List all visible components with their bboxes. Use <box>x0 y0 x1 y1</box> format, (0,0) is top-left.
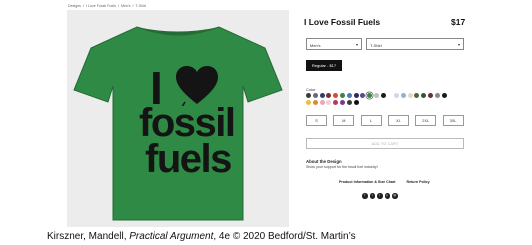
product-price: $17 <box>451 17 466 27</box>
pinterest-icon[interactable]: p <box>384 193 390 199</box>
breadcrumb-sep: / <box>132 4 134 8</box>
style-select[interactable]: Men's ▾ <box>306 38 362 50</box>
color-swatch[interactable] <box>306 93 311 98</box>
type-select[interactable]: T-Shirt ▾ <box>366 38 464 50</box>
color-swatch[interactable] <box>340 93 345 98</box>
breadcrumb-designs[interactable]: Designs <box>68 4 81 8</box>
add-to-cart-button[interactable]: ADD TO CART <box>306 138 464 149</box>
size-option-l[interactable]: L <box>360 115 382 126</box>
product-image[interactable]: I fossil fuels <box>67 10 289 227</box>
color-swatch[interactable] <box>380 93 386 98</box>
size-option-m[interactable]: M <box>333 115 355 126</box>
color-swatch[interactable] <box>346 93 352 98</box>
print-word-fuels: fuels <box>145 137 232 181</box>
color-swatch[interactable] <box>312 93 318 98</box>
chevron-down-icon: ▾ <box>355 42 358 47</box>
color-swatch[interactable] <box>312 100 318 105</box>
breadcrumb-sep: / <box>82 4 84 8</box>
color-swatch[interactable] <box>319 93 325 98</box>
twitter-icon[interactable]: t <box>377 193 383 199</box>
caption-authors: Kirszner, Mandell, <box>47 231 130 242</box>
about-text: Show your support for the fossil fuel in… <box>306 165 378 169</box>
size-option-3xl[interactable]: 3XL <box>442 115 464 126</box>
color-swatch[interactable] <box>428 93 433 98</box>
tumblr-icon[interactable]: t <box>369 193 375 199</box>
breadcrumb-sep: / <box>117 4 119 8</box>
breadcrumb-design[interactable]: I Love Fossil Fuels <box>86 4 116 8</box>
style-select-value: Men's <box>310 42 321 48</box>
color-swatch[interactable] <box>434 93 440 98</box>
product-title: I Love Fossil Fuels <box>304 17 381 27</box>
facebook-icon[interactable]: f <box>362 193 368 199</box>
heart-icon <box>176 66 218 106</box>
color-swatch[interactable] <box>394 93 399 98</box>
color-swatch[interactable] <box>353 93 359 98</box>
color-swatch[interactable] <box>374 93 379 98</box>
color-swatch[interactable] <box>441 93 447 98</box>
size-option-xl[interactable]: XL <box>387 115 409 126</box>
fit-regular-button[interactable]: Regular - $17 <box>306 60 342 71</box>
caption-copyright: , 4e © 2020 Bedford/St. Martin’s <box>213 231 356 242</box>
color-swatch[interactable] <box>306 100 311 105</box>
color-swatch[interactable] <box>407 93 413 98</box>
breadcrumb-mens[interactable]: Men's <box>121 4 130 8</box>
email-icon[interactable]: @ <box>392 193 398 199</box>
color-swatch[interactable] <box>319 100 325 105</box>
color-swatch[interactable] <box>400 93 406 98</box>
info-links: Product Information & Size Chart Return … <box>339 180 440 184</box>
color-swatch[interactable] <box>353 100 359 105</box>
color-label: Color <box>306 87 316 92</box>
breadcrumb-tshirt[interactable]: T-Shirt <box>135 4 146 8</box>
color-swatch[interactable] <box>346 100 352 105</box>
shirt-print: I fossil fuels <box>67 10 289 227</box>
size-chart-link[interactable]: Product Information & Size Chart <box>339 180 396 184</box>
caption-book-title: Practical Argument <box>129 231 214 242</box>
about-heading: About the Design <box>306 159 342 164</box>
color-swatch[interactable] <box>340 100 345 105</box>
chevron-down-icon: ▾ <box>457 42 460 47</box>
figure-caption: Kirszner, Mandell, Practical Argument, 4… <box>47 231 356 242</box>
return-policy-link[interactable]: Return Policy <box>407 180 430 184</box>
size-option-s[interactable]: S <box>306 115 327 126</box>
size-option-2xl[interactable]: 2XL <box>415 115 437 126</box>
type-select-value: T-Shirt <box>370 42 382 48</box>
breadcrumb: Designs / I Love Fossil Fuels / Men's / … <box>68 4 147 8</box>
